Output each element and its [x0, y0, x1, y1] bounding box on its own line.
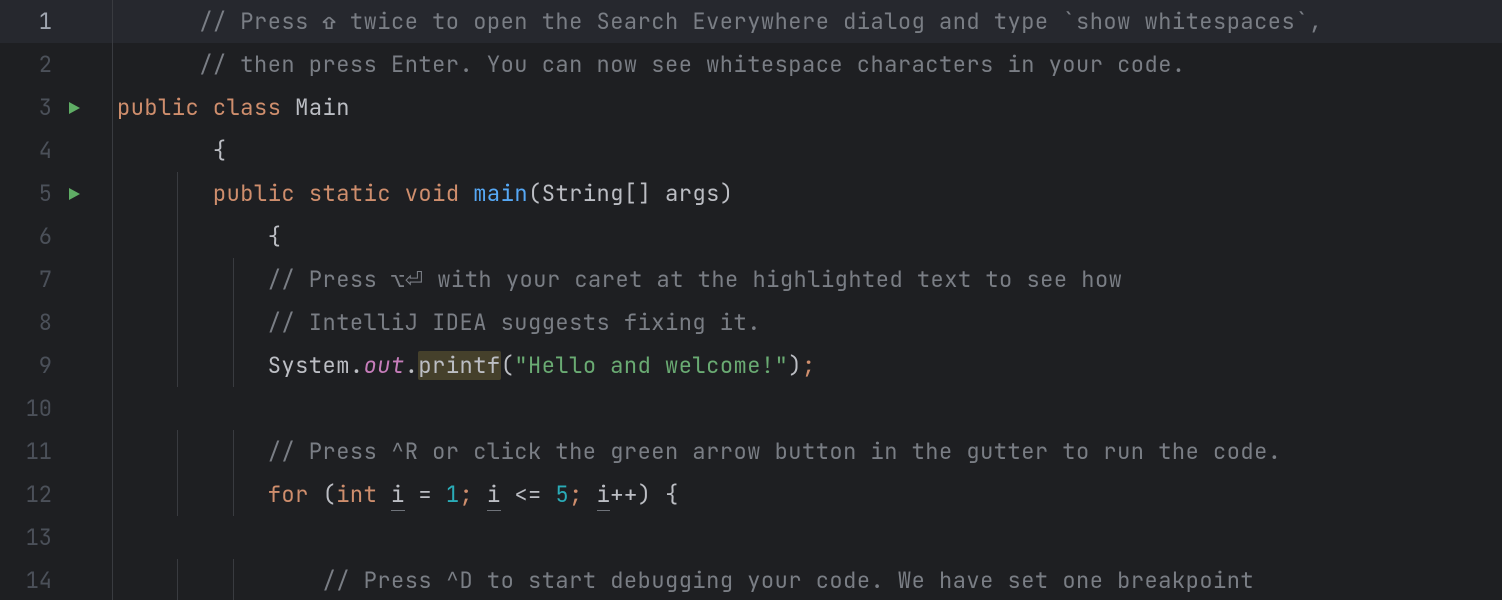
code-content[interactable]: System.out.printf("Hello and welcome!"); [113, 344, 816, 387]
line-number: 14 [0, 559, 60, 600]
code-line[interactable]: 8 // IntelliJ IDEA suggests fixing it. [0, 301, 1502, 344]
keyword-static: static [309, 179, 391, 208]
code-line[interactable]: 6 { [0, 215, 1502, 258]
comment-text: // Press ⌥⏎ with your caret at the highl… [268, 265, 1123, 294]
code-content[interactable]: { [113, 215, 281, 258]
code-line[interactable]: 9 System.out.printf("Hello and welcome!"… [0, 344, 1502, 387]
code-content[interactable]: for (int i = 1; i <= 5; i++) { [113, 473, 679, 516]
line-number: 4 [0, 129, 60, 172]
gutter: 12 [0, 473, 112, 516]
brackets: [] [624, 179, 651, 208]
comment-text: // then press Enter. You can now see whi… [199, 50, 1185, 79]
local-var-i: i [597, 480, 611, 511]
brace-open: { [665, 480, 679, 509]
line-number: 12 [0, 473, 60, 516]
line-number: 2 [0, 43, 60, 86]
gutter: 6 [0, 215, 112, 258]
code-content[interactable]: // IntelliJ IDEA suggests fixing it. [113, 301, 761, 344]
code-line[interactable]: 13 [0, 516, 1502, 559]
gutter: 11 [0, 430, 112, 473]
class-name: Main [295, 93, 350, 122]
gutter: 1 [0, 0, 112, 43]
code-line[interactable]: 7 // Press ⌥⏎ with your caret at the hig… [0, 258, 1502, 301]
line-number: 13 [0, 516, 60, 559]
semicolon: ; [802, 351, 816, 380]
gutter: 9 [0, 344, 112, 387]
line-number: 6 [0, 215, 60, 258]
gutter: 10 [0, 387, 112, 430]
gutter-divider [112, 387, 113, 430]
gutter: 8 [0, 301, 112, 344]
code-content[interactable]: // Press ^D to start debugging your code… [113, 559, 1254, 600]
code-line[interactable]: 10 [0, 387, 1502, 430]
paren-open: ( [323, 480, 337, 509]
keyword-public: public [117, 93, 199, 122]
local-var-i: i [391, 480, 405, 511]
method-call-printf: printf [418, 351, 500, 380]
gutter: 13 [0, 516, 112, 559]
method-name: main [473, 179, 528, 208]
op-compare: <= [501, 480, 556, 509]
code-editor[interactable]: 1 // Press ⇧ twice to open the Search Ev… [0, 0, 1502, 600]
line-number: 8 [0, 301, 60, 344]
code-content[interactable]: { [113, 129, 227, 172]
type-string: String [542, 179, 624, 208]
gutter: 14 [0, 559, 112, 600]
dot: . [405, 351, 419, 380]
code-content[interactable]: public class Main [113, 86, 350, 129]
line-number: 11 [0, 430, 60, 473]
paren-close: ) [788, 351, 802, 380]
paren-open: ( [501, 351, 515, 380]
paren-close: ) [720, 179, 734, 208]
code-line[interactable]: 11 // Press ^R or click the green arrow … [0, 430, 1502, 473]
gutter: 7 [0, 258, 112, 301]
comment-text: // Press ^R or click the green arrow but… [268, 437, 1282, 466]
local-var-i: i [487, 480, 501, 511]
gutter-divider [112, 516, 113, 559]
semicolon: ; [569, 480, 583, 509]
code-line[interactable]: 14 // Press ^D to start debugging your c… [0, 559, 1502, 600]
run-gutter-icon[interactable] [66, 186, 82, 202]
code-line[interactable]: 12 for (int i = 1; i <= 5; i++) { [0, 473, 1502, 516]
dot: . [350, 351, 364, 380]
code-line[interactable]: 4 { [0, 129, 1502, 172]
string-literal: "Hello and welcome!" [514, 351, 788, 380]
brace-open: { [268, 222, 282, 251]
op-increment: ++ [610, 480, 637, 509]
paren-close: ) [638, 480, 652, 509]
op-assign: = [405, 480, 446, 509]
code-content[interactable]: // Press ^R or click the green arrow but… [113, 430, 1282, 473]
param-name: args [665, 179, 720, 208]
gutter: 5 [0, 172, 112, 215]
line-number: 9 [0, 344, 60, 387]
brace-open: { [213, 136, 227, 165]
gutter: 3 [0, 86, 112, 129]
code-line[interactable]: 5 public static void main(String[] args) [0, 172, 1502, 215]
semicolon: ; [460, 480, 474, 509]
keyword-for: for [268, 480, 309, 509]
keyword-void: void [405, 179, 460, 208]
gutter: 2 [0, 43, 112, 86]
line-number: 3 [0, 86, 60, 129]
run-gutter-icon[interactable] [66, 100, 82, 116]
field-out: out [364, 351, 405, 380]
code-content[interactable]: // Press ⌥⏎ with your caret at the highl… [113, 258, 1122, 301]
keyword-class: class [213, 93, 282, 122]
run-marker-slot[interactable] [60, 100, 100, 116]
code-content[interactable]: public static void main(String[] args) [113, 172, 734, 215]
comment-text: // Press ^D to start debugging your code… [323, 566, 1255, 595]
line-number: 10 [0, 387, 60, 430]
gutter: 4 [0, 129, 112, 172]
class-ref-system: System [268, 351, 350, 380]
line-number: 5 [0, 172, 60, 215]
comment-text: // IntelliJ IDEA suggests fixing it. [268, 308, 761, 337]
line-number: 7 [0, 258, 60, 301]
run-marker-slot[interactable] [60, 186, 100, 202]
line-number: 1 [0, 0, 60, 43]
keyword-int: int [336, 480, 377, 509]
number-literal: 1 [446, 480, 460, 509]
paren-open: ( [528, 179, 542, 208]
keyword-public: public [213, 179, 295, 208]
number-literal: 5 [555, 480, 569, 509]
